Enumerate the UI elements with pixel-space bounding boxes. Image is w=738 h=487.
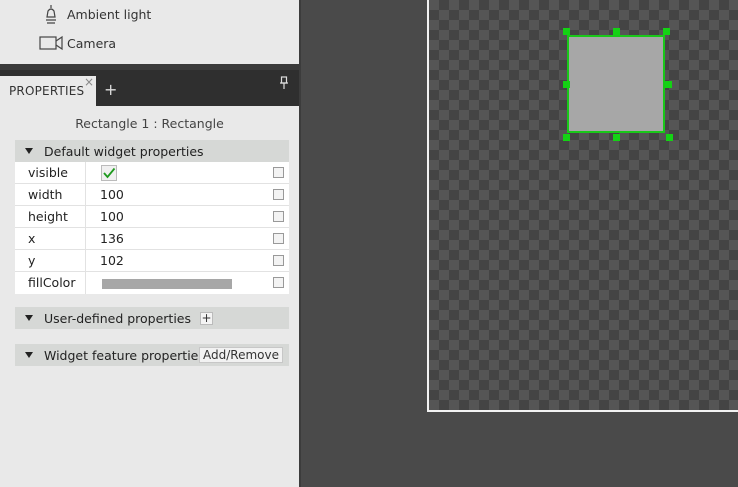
section-title: User-defined properties: [44, 310, 192, 326]
resize-handle-bottom-right[interactable]: [666, 134, 673, 141]
property-checkbox[interactable]: [273, 255, 284, 266]
visible-checkbox[interactable]: [101, 165, 117, 181]
column-divider: [85, 184, 86, 206]
property-checkbox[interactable]: [273, 211, 284, 222]
library-item-label: Ambient light: [67, 6, 152, 22]
resize-handle-bottom[interactable]: [613, 134, 620, 141]
property-name: y: [28, 253, 36, 268]
property-value-height[interactable]: 100: [100, 209, 124, 224]
close-icon[interactable]: ×: [84, 76, 96, 88]
ambient-light-icon: [37, 3, 65, 25]
properties-table: visible width 100 height 100 x 136 y 102…: [15, 162, 289, 294]
library-item-camera[interactable]: Camera: [0, 29, 299, 57]
property-value-x[interactable]: 136: [100, 231, 124, 246]
property-checkbox[interactable]: [273, 189, 284, 200]
rectangle-widget[interactable]: [567, 35, 665, 133]
column-divider: [85, 272, 86, 294]
column-divider: [85, 206, 86, 228]
library-item-ambient-light[interactable]: Ambient light: [0, 0, 299, 28]
property-row-x: x 136: [15, 228, 289, 250]
add-property-button[interactable]: +: [200, 311, 214, 325]
resize-handle-top-right[interactable]: [663, 28, 670, 35]
property-name: x: [28, 231, 36, 246]
left-panel: Ambient light Camera PROPERTIES × + Rect…: [0, 0, 299, 487]
library-item-label: Camera: [67, 35, 117, 51]
tab-properties[interactable]: PROPERTIES: [0, 76, 96, 106]
panel-divider[interactable]: [299, 0, 301, 487]
column-divider: [85, 228, 86, 250]
add-tab-button[interactable]: +: [104, 82, 117, 98]
property-checkbox[interactable]: [273, 233, 284, 244]
property-name: visible: [28, 165, 68, 180]
column-divider: [85, 250, 86, 272]
property-name: width: [28, 187, 63, 202]
check-icon: [103, 167, 116, 179]
collapse-triangle-icon[interactable]: [25, 352, 33, 358]
add-remove-button[interactable]: Add/Remove: [199, 347, 283, 363]
property-row-y: y 102: [15, 250, 289, 272]
object-title: Rectangle 1 : Rectangle: [75, 116, 224, 131]
property-checkbox[interactable]: [273, 167, 284, 178]
tab-label: PROPERTIES: [9, 84, 85, 98]
property-row-visible: visible: [15, 162, 289, 184]
fill-color-swatch[interactable]: [102, 279, 232, 289]
collapse-triangle-icon[interactable]: [25, 148, 33, 154]
collapse-triangle-icon[interactable]: [25, 315, 33, 321]
property-name: height: [28, 209, 68, 224]
section-title: Default widget properties: [44, 143, 204, 159]
property-checkbox[interactable]: [273, 277, 284, 288]
section-default-widget-properties[interactable]: Default widget properties: [15, 140, 289, 162]
section-title: Widget feature properties: [44, 347, 205, 363]
tab-bar: PROPERTIES × +: [0, 70, 299, 106]
property-value-y[interactable]: 102: [100, 253, 124, 268]
resize-handle-left[interactable]: [563, 81, 570, 88]
section-user-defined-properties[interactable]: User-defined properties +: [15, 307, 289, 329]
resize-handle-top[interactable]: [613, 28, 620, 35]
resize-handle-right[interactable]: [665, 81, 672, 88]
pin-icon[interactable]: [279, 76, 289, 93]
property-row-width: width 100: [15, 184, 289, 206]
property-row-fillcolor: fillColor: [15, 272, 289, 294]
section-widget-feature-properties[interactable]: Widget feature properties Add/Remove: [15, 344, 289, 366]
design-canvas[interactable]: [427, 0, 738, 412]
property-value-width[interactable]: 100: [100, 187, 124, 202]
property-name: fillColor: [28, 275, 76, 290]
resize-handle-bottom-left[interactable]: [563, 134, 570, 141]
column-divider: [85, 162, 86, 184]
property-row-height: height 100: [15, 206, 289, 228]
resize-handle-top-left[interactable]: [563, 28, 570, 35]
camera-icon: [37, 35, 65, 51]
